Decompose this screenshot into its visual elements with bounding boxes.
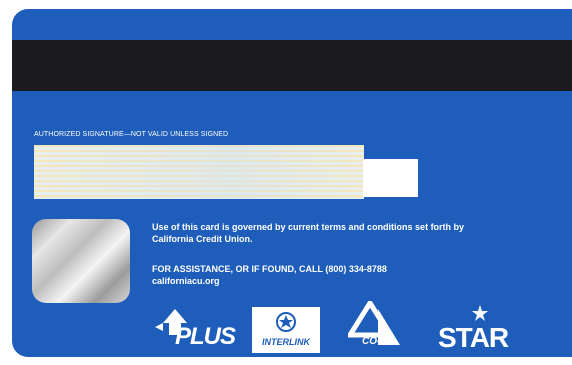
terms-text: Use of this card is governed by current … bbox=[152, 222, 465, 244]
hologram bbox=[32, 219, 130, 303]
interlink-emblem-icon bbox=[276, 312, 296, 332]
assistance-text: FOR ASSISTANCE, OR IF FOUND, CALL (800) … bbox=[152, 264, 387, 274]
magnetic-stripe bbox=[12, 40, 572, 91]
security-code-box bbox=[363, 159, 418, 197]
interlink-logo-text: INTERLINK bbox=[262, 337, 310, 347]
signature-label: AUTHORIZED SIGNATURE—NOT VALID UNLESS SI… bbox=[34, 131, 229, 138]
plus-logo-text: PLUS bbox=[175, 323, 236, 350]
signature-panel bbox=[34, 145, 364, 199]
interlink-logo: INTERLINK bbox=[252, 307, 320, 353]
coop-logo-text: CO-OP bbox=[362, 336, 395, 347]
coop-logo: CO-OP bbox=[345, 298, 408, 353]
star-logo: STAR bbox=[430, 305, 509, 353]
star-logo-text: STAR bbox=[438, 322, 509, 353]
card-back: AUTHORIZED SIGNATURE—NOT VALID UNLESS SI… bbox=[12, 9, 572, 357]
website-text: californiacu.org bbox=[152, 276, 220, 286]
plus-logo: PLUS bbox=[155, 305, 236, 353]
